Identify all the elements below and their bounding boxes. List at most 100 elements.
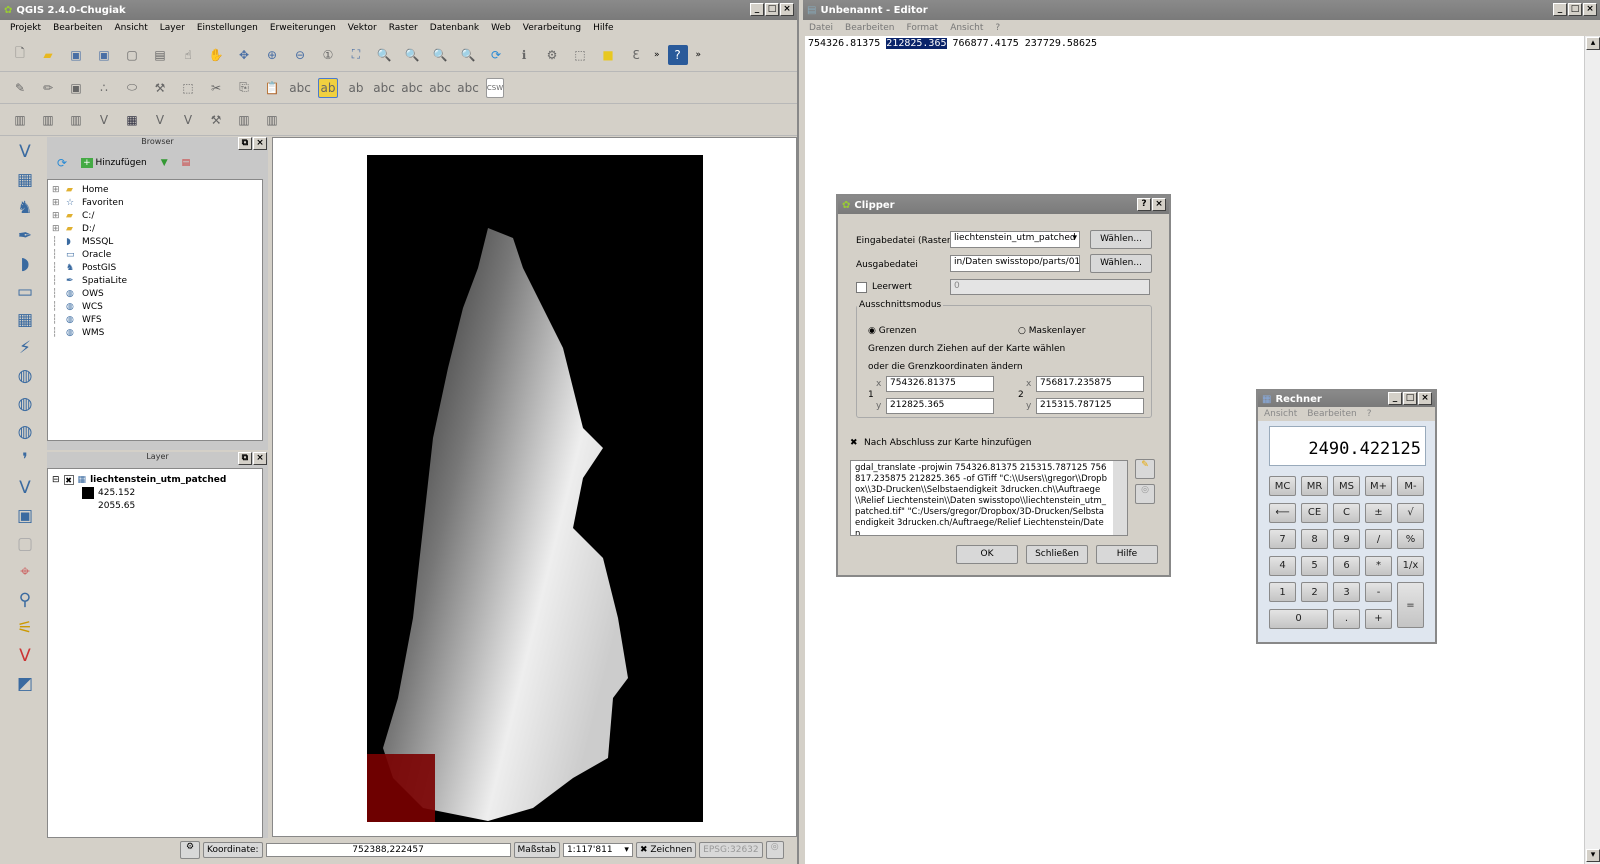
label-edit-icon[interactable]: abc: [457, 78, 479, 98]
command-textarea[interactable]: gdal_translate -projwin 754326.81375 215…: [850, 460, 1128, 536]
edit-command-icon[interactable]: ✎: [1135, 459, 1155, 479]
zoom-selection-icon[interactable]: 🔍: [374, 45, 394, 65]
toggle-edit-icon[interactable]: ✏: [38, 78, 58, 98]
key-equals[interactable]: =: [1397, 582, 1424, 628]
key-minus[interactable]: -: [1365, 582, 1392, 602]
float-panel-button[interactable]: ⧉: [238, 452, 252, 465]
offset-icon[interactable]: ⚟: [17, 618, 32, 638]
maximize-button[interactable]: □: [1568, 3, 1582, 16]
key-c[interactable]: C: [1333, 502, 1360, 523]
copy-icon[interactable]: ⎘: [234, 78, 254, 98]
properties-icon[interactable]: ▤: [182, 158, 191, 168]
pan-hand-icon[interactable]: ✋: [206, 45, 226, 65]
key-decimal[interactable]: .: [1333, 608, 1360, 629]
raster-edit-icon[interactable]: ▥: [262, 110, 282, 130]
delete-selected-icon[interactable]: ⬚: [178, 78, 198, 98]
identify-icon[interactable]: ℹ: [514, 45, 534, 65]
vector-tool-2-icon[interactable]: V: [178, 110, 198, 130]
menu-datenbank[interactable]: Datenbank: [430, 23, 479, 35]
move-feature-icon[interactable]: ⬭: [122, 78, 142, 98]
deselect-icon[interactable]: ■: [598, 45, 618, 65]
browser-item[interactable]: ┆ ▭ Oracle: [52, 248, 258, 261]
browser-item[interactable]: ┆ ◍ OWS: [52, 287, 258, 300]
plugin-v-icon[interactable]: V: [19, 646, 31, 666]
minimize-button[interactable]: _: [1553, 3, 1567, 16]
output-file-field[interactable]: in/Daten swisstopo/parts/01.tif: [950, 255, 1080, 272]
menu-ansicht[interactable]: Ansicht: [115, 23, 148, 35]
browser-item[interactable]: ┆ ♞ PostGIS: [52, 261, 258, 274]
key-5[interactable]: 5: [1301, 555, 1328, 576]
add-wfs-globe-icon[interactable]: ◍: [18, 394, 33, 414]
zoom-out-icon[interactable]: ⊖: [290, 45, 310, 65]
new-temp-layer-icon[interactable]: ▢: [17, 534, 33, 554]
zoom-full-icon[interactable]: ⛶: [346, 45, 366, 65]
key-percent[interactable]: %: [1397, 529, 1424, 549]
y2-field[interactable]: 215315.787125: [1036, 398, 1144, 414]
cut-icon[interactable]: ✂: [206, 78, 226, 98]
add-feature-icon[interactable]: ∴: [94, 78, 114, 98]
help-icon[interactable]: ?: [667, 44, 688, 65]
open-project-icon[interactable]: ▰: [38, 45, 58, 65]
key-sqrt[interactable]: √: [1397, 502, 1424, 523]
vertex-icon[interactable]: ⚲: [19, 590, 31, 610]
input-file-combobox[interactable]: liechtenstein_utm_patched ▾: [950, 231, 1080, 248]
collapse-icon[interactable]: ⊟: [52, 475, 60, 485]
menu-bearbeiten[interactable]: Bearbeiten: [53, 23, 102, 35]
crs-button[interactable]: EPSG:32632: [699, 842, 763, 858]
menu-erweiterungen[interactable]: Erweiterungen: [270, 23, 336, 35]
scroll-up-button[interactable]: ▴: [1586, 37, 1600, 50]
coordinate-field[interactable]: 752388,222457: [265, 843, 511, 857]
edit-icon[interactable]: ✎: [10, 78, 30, 98]
raster-info-icon[interactable]: ▥: [234, 110, 254, 130]
add-wms-layer-icon[interactable]: ▦: [17, 310, 33, 330]
key-divide[interactable]: /: [1365, 529, 1392, 549]
extent-radio[interactable]: ◉ Grenzen: [868, 326, 916, 336]
editor-menu-item[interactable]: Format: [906, 23, 938, 35]
key-backspace[interactable]: ⟵: [1269, 502, 1296, 523]
browser-item[interactable]: ⊞ ▰ C:/: [52, 209, 258, 222]
choose-input-button[interactable]: Wählen...: [1090, 230, 1152, 249]
composer-manager-icon[interactable]: ▤: [150, 45, 170, 65]
browser-item[interactable]: ⊞ ☆ Favoriten: [52, 196, 258, 209]
messages-icon[interactable]: ◎: [765, 841, 784, 859]
scale-combobox[interactable]: 1:117'811 ▾: [562, 843, 633, 857]
close-button[interactable]: ×: [1152, 198, 1166, 211]
key-2[interactable]: 2: [1301, 582, 1328, 602]
save-project-icon[interactable]: ▣: [66, 45, 86, 65]
new-raster-layer-icon[interactable]: ▦: [122, 110, 142, 130]
new-print-composer-icon[interactable]: ▢: [122, 45, 142, 65]
minimize-button[interactable]: _: [1388, 392, 1402, 405]
vector-tool-icon[interactable]: V: [150, 110, 170, 130]
editor-menu-item[interactable]: Bearbeiten: [845, 23, 894, 35]
key-8[interactable]: 8: [1301, 529, 1328, 549]
close-button[interactable]: ×: [1583, 3, 1597, 16]
menu-vektor[interactable]: Vektor: [348, 23, 377, 35]
key-7[interactable]: 7: [1269, 529, 1296, 549]
vertical-scrollbar[interactable]: ▴ ▾: [1584, 36, 1600, 864]
browser-item[interactable]: ┆ ◍ WCS: [52, 300, 258, 313]
float-panel-button[interactable]: ⧉: [238, 137, 252, 150]
node-tool-icon[interactable]: ⚒: [150, 78, 170, 98]
raster-new-icon[interactable]: ▥: [38, 110, 58, 130]
add-spatialite-layer-icon[interactable]: ✒: [18, 226, 32, 246]
key-4[interactable]: 4: [1269, 555, 1296, 576]
toolbar-more-button-2[interactable]: »: [696, 50, 702, 60]
csw-icon[interactable]: CSW: [486, 77, 504, 98]
render-checkbox[interactable]: ✖ Zeichnen: [635, 842, 697, 858]
add-to-map-checkbox[interactable]: ✖: [850, 438, 858, 448]
label-rotate-icon[interactable]: abc: [401, 78, 423, 98]
expand-icon[interactable]: ⊞: [52, 224, 62, 234]
key-0[interactable]: 0: [1269, 608, 1328, 629]
editor-menu-item[interactable]: Datei: [809, 23, 833, 35]
layer-visible-checkbox[interactable]: ✖: [63, 474, 74, 485]
layer-item[interactable]: ⊟ ✖ ▦ liechtenstein_utm_patched: [52, 473, 258, 486]
editor-menu-item[interactable]: ?: [995, 23, 1000, 35]
ok-button[interactable]: OK: [956, 545, 1018, 564]
menu-web[interactable]: Web: [491, 23, 511, 35]
help-dialog-button[interactable]: Hilfe: [1096, 545, 1158, 564]
browser-item[interactable]: ⊞ ▰ D:/: [52, 222, 258, 235]
zoom-next-icon[interactable]: 🔍: [458, 45, 478, 65]
add-delimited-text-icon[interactable]: ❜: [22, 450, 27, 470]
expand-icon[interactable]: ⊞: [52, 211, 62, 221]
new-shapefile-icon[interactable]: V: [19, 478, 31, 498]
